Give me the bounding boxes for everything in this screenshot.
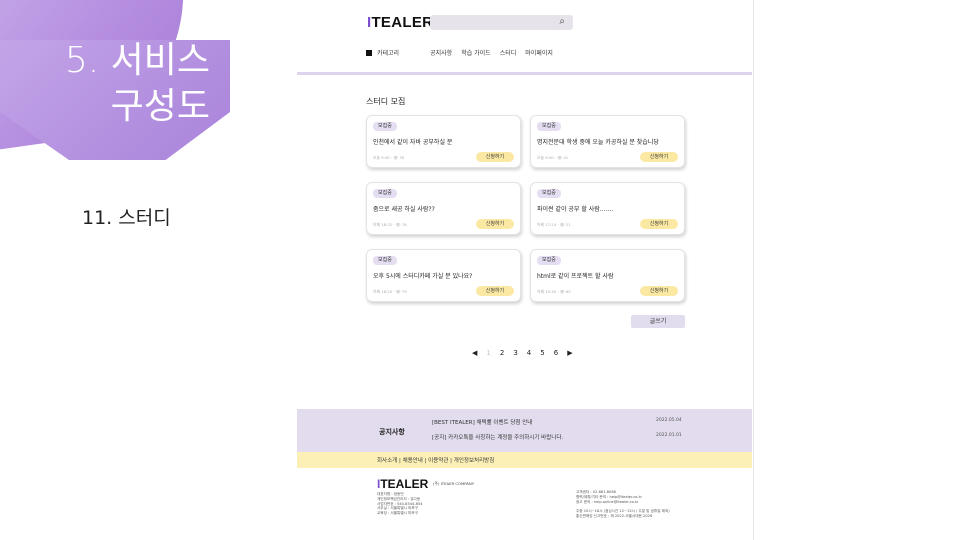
section-title: 스터디 모집	[366, 97, 406, 106]
notice-date: 2022.01.01	[656, 433, 682, 438]
study-card[interactable]: 모집중명지전문대 학생 중에 오늘 카공하실 분 찾습니당오늘 9:30 · 👁…	[530, 115, 685, 168]
write-button[interactable]: 글쓰기	[631, 315, 685, 328]
notice-label: 공지사항	[379, 428, 405, 436]
slide-subtitle: 11. 스터디	[82, 207, 171, 229]
footer-left-info: 대표자명 : 정동민 개인정보책임관리자 : 유다윤 사업자번호 : 540-8…	[377, 492, 423, 516]
next-page-icon[interactable]: ▶	[567, 349, 572, 357]
site-header: ITEALER ⌕ 카테고리 공지사항 학습 가이드 스터디 마이페이지	[297, 0, 752, 75]
card-meta: 오늘 9:30 · 👁 30	[373, 155, 405, 160]
notice-item[interactable]: [BEST ITEALER] 채택률 이벤트 당첨 안내	[432, 418, 532, 426]
status-badge: 모집중	[537, 122, 561, 131]
card-title: 파이썬 같이 공부 할 사람.......	[537, 206, 614, 213]
apply-button[interactable]: 신청하기	[640, 286, 678, 296]
study-card[interactable]: 모집중 html로 같이 프로젝트 할 사람어제 15:30 · 👁 60 신청하기	[530, 249, 685, 302]
search-icon[interactable]: ⌕	[559, 16, 565, 27]
status-badge: 모집중	[537, 256, 561, 265]
main-nav: 카테고리 공지사항 학습 가이드 스터디 마이페이지	[366, 48, 562, 57]
study-card[interactable]: 모집중오후 5시에 스터디카페 가실 분 있나요? 어제 16:20 · 👁 79…	[366, 249, 521, 302]
card-title: 오후 5시에 스터디카페 가실 분 있나요?	[373, 273, 473, 280]
nav-category[interactable]: 카테고리	[377, 48, 399, 57]
site-logo[interactable]: ITEALER	[367, 14, 433, 31]
footer-company: (주) ITEAER COMPANY	[433, 481, 475, 486]
study-card[interactable]: 모집중줌으로 새공 하실 사람?? 어제 18:32 · 👁 76 신청하기	[366, 182, 521, 235]
pagination: ◀ 1 2 3 4 5 6 ▶	[472, 349, 582, 357]
card-title: 명지전문대 학생 중에 오늘 카공하실 분 찾습니당	[537, 139, 659, 146]
footer-right-info: 고객센터 : 02-681-8086 협력/제휴/기타 문의 : help@it…	[576, 490, 670, 518]
card-meta: 오늘 9:30 · 👁 41	[537, 155, 569, 160]
page-3[interactable]: 3	[513, 349, 517, 357]
footer-logo: ITEALER	[377, 477, 429, 491]
slide-title-line1: 5. 서비스	[64, 40, 210, 81]
apply-button[interactable]: 신청하기	[640, 152, 678, 162]
page-6[interactable]: 6	[554, 349, 558, 357]
notice-date: 2022.05.04	[656, 418, 682, 423]
status-badge: 모집중	[373, 122, 397, 131]
slide-title-line2: 구성도	[110, 86, 210, 127]
notice-item[interactable]: [공지] 카카오톡을 사칭하는 계정을 주의하시기 바랍니다.	[432, 433, 563, 441]
card-title: html로 같이 프로젝트 할 사람	[537, 273, 614, 280]
card-title: 줌으로 새공 하실 사람??	[373, 206, 435, 213]
notice-bar: 공지사항 [BEST ITEALER] 채택률 이벤트 당첨 안내 2022.0…	[297, 409, 752, 452]
slide-title: 5. 서비스 구성도	[40, 38, 210, 130]
study-card[interactable]: 모집중인천에서 같이 자바 공부하실 분오늘 9:30 · 👁 30 신청하기	[366, 115, 521, 168]
status-badge: 모집중	[373, 189, 397, 198]
page-4[interactable]: 4	[527, 349, 531, 357]
apply-button[interactable]: 신청하기	[476, 286, 514, 296]
card-meta: 어제 16:20 · 👁 79	[373, 289, 407, 294]
card-title: 인천에서 같이 자바 공부하실 분	[373, 139, 453, 146]
footer-links-bar: 회사소개 | 채용안내 | 이용약관 | 개인정보처리방침	[297, 452, 752, 468]
nav-item-guide[interactable]: 학습 가이드	[461, 48, 491, 57]
card-meta: 어제 15:30 · 👁 60	[537, 289, 571, 294]
nav-item-mypage[interactable]: 마이페이지	[525, 48, 553, 57]
card-meta: 어제 17:24 · 👁 21	[537, 222, 571, 227]
nav-item-study[interactable]: 스터디	[500, 48, 517, 57]
study-card[interactable]: 모집중파이썬 같이 공부 할 사람....... 어제 17:24 · 👁 21 신…	[530, 182, 685, 235]
prev-page-icon[interactable]: ◀	[472, 349, 477, 357]
status-badge: 모집중	[373, 256, 397, 265]
nav-item-notice[interactable]: 공지사항	[430, 48, 452, 57]
page-2[interactable]: 2	[500, 349, 504, 357]
apply-button[interactable]: 신청하기	[476, 219, 514, 229]
card-meta: 어제 18:32 · 👁 76	[373, 222, 407, 227]
website-mockup: ITEALER ⌕ 카테고리 공지사항 학습 가이드 스터디 마이페이지 스터디…	[297, 0, 752, 540]
menu-icon[interactable]	[366, 49, 372, 56]
apply-button[interactable]: 신청하기	[640, 219, 678, 229]
status-badge: 모집중	[537, 189, 561, 198]
page-1[interactable]: 1	[486, 349, 490, 357]
page-5[interactable]: 5	[540, 349, 544, 357]
footer-links[interactable]: 회사소개 | 채용안내 | 이용약관 | 개인정보처리방침	[377, 456, 494, 464]
divider-line	[753, 0, 754, 540]
header-divider	[297, 72, 752, 75]
apply-button[interactable]: 신청하기	[476, 152, 514, 162]
search-input[interactable]: ⌕	[430, 15, 573, 30]
